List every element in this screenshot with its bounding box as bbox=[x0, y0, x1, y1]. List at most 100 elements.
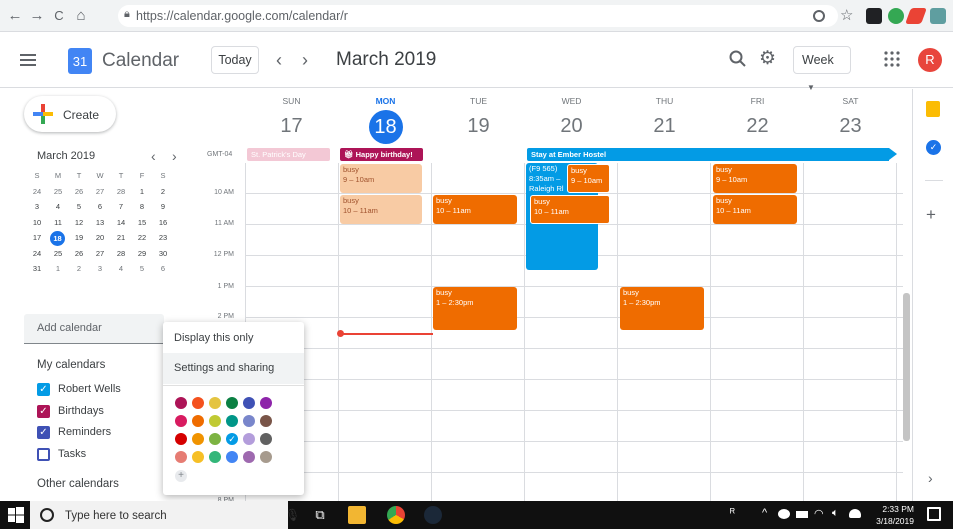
file-explorer-icon[interactable] bbox=[348, 506, 366, 524]
mini-day[interactable]: 28 bbox=[112, 185, 130, 199]
event-block[interactable]: busy 10 – 11am bbox=[713, 195, 797, 224]
mini-day[interactable]: 13 bbox=[91, 216, 109, 230]
settings-gear-icon[interactable]: ⚙ bbox=[759, 47, 776, 70]
steam-icon[interactable] bbox=[424, 506, 442, 524]
mini-day[interactable]: 27 bbox=[91, 247, 109, 261]
mini-day[interactable]: 24 bbox=[28, 247, 46, 261]
reload-button[interactable]: C bbox=[50, 6, 68, 26]
mini-day[interactable]: 28 bbox=[112, 247, 130, 261]
back-button[interactable]: ← bbox=[6, 6, 24, 26]
event-block[interactable]: busy 1 – 2:30pm bbox=[433, 287, 517, 330]
volume-icon[interactable]: 🔈︎ bbox=[832, 507, 839, 520]
event-block[interactable]: busy 9 – 10am bbox=[713, 164, 797, 193]
color-swatch[interactable] bbox=[243, 415, 255, 427]
color-swatch[interactable] bbox=[209, 433, 221, 445]
previous-week-button[interactable]: ‹ bbox=[276, 50, 282, 71]
calendar-checkbox[interactable]: ✓ bbox=[37, 426, 50, 439]
calendar-checkbox[interactable]: ✓ bbox=[37, 404, 50, 418]
other-calendars-heading[interactable]: Other calendars bbox=[37, 478, 119, 490]
extension-icon[interactable] bbox=[888, 8, 904, 24]
cloud-icon[interactable] bbox=[778, 509, 790, 519]
mini-day[interactable]: 27 bbox=[91, 185, 109, 199]
color-swatch[interactable] bbox=[226, 415, 238, 427]
color-swatch[interactable] bbox=[260, 451, 272, 463]
mini-prev-button[interactable]: ‹ bbox=[151, 148, 156, 164]
add-addon-icon[interactable]: + bbox=[926, 205, 936, 225]
mini-day[interactable]: 25 bbox=[49, 185, 67, 199]
notifications-icon[interactable] bbox=[927, 507, 941, 521]
view-switcher-button[interactable]: Week ▼ bbox=[793, 46, 851, 92]
mini-day[interactable]: 2 bbox=[154, 185, 172, 199]
mini-day[interactable]: 3 bbox=[91, 262, 109, 276]
color-swatch[interactable] bbox=[243, 433, 255, 445]
day-number[interactable]: 20 bbox=[525, 115, 618, 138]
mini-day[interactable]: 11 bbox=[49, 216, 67, 230]
keep-icon[interactable] bbox=[926, 101, 940, 117]
day-number-today[interactable]: 18 bbox=[339, 110, 432, 144]
mini-day-today[interactable]: 18 bbox=[50, 231, 65, 246]
mini-day[interactable]: 9 bbox=[154, 200, 172, 214]
day-number[interactable]: 22 bbox=[711, 115, 804, 138]
star-icon[interactable]: ☆ bbox=[840, 6, 853, 24]
grid-scrollbar[interactable] bbox=[903, 293, 910, 441]
event-block[interactable]: busy 10 – 11am bbox=[433, 195, 517, 224]
mini-day[interactable]: 6 bbox=[154, 262, 172, 276]
tray-chevron-icon[interactable]: ^ bbox=[762, 507, 767, 519]
color-swatch[interactable] bbox=[226, 397, 238, 409]
hostel-stay-event[interactable]: Stay at Ember Hostel bbox=[527, 148, 889, 161]
event-block[interactable]: busy 9 – 10am bbox=[567, 164, 610, 193]
color-swatch[interactable] bbox=[192, 397, 204, 409]
color-swatch[interactable] bbox=[209, 415, 221, 427]
all-day-event[interactable]: St. Patrick's Day bbox=[247, 148, 330, 161]
battery-icon[interactable] bbox=[796, 511, 808, 518]
wifi-icon[interactable]: ◠ bbox=[814, 507, 824, 520]
search-icon[interactable] bbox=[727, 48, 749, 70]
mini-day[interactable]: 21 bbox=[112, 231, 130, 245]
add-custom-color-button[interactable]: + bbox=[175, 470, 187, 482]
mini-day[interactable]: 2 bbox=[70, 262, 88, 276]
mini-day[interactable]: 20 bbox=[91, 231, 109, 245]
day-number[interactable]: 21 bbox=[618, 115, 711, 138]
mini-day[interactable]: 6 bbox=[91, 200, 109, 214]
mini-day[interactable]: 17 bbox=[28, 231, 46, 245]
event-block[interactable]: busy 10 – 11am bbox=[530, 195, 610, 224]
color-swatch[interactable] bbox=[175, 433, 187, 445]
mini-day[interactable]: 19 bbox=[70, 231, 88, 245]
main-menu-icon[interactable] bbox=[20, 54, 36, 66]
color-swatch[interactable] bbox=[192, 451, 204, 463]
mini-day[interactable]: 1 bbox=[133, 185, 151, 199]
color-swatch[interactable] bbox=[209, 451, 221, 463]
mini-day[interactable]: 1 bbox=[49, 262, 67, 276]
mini-day[interactable]: 5 bbox=[133, 262, 151, 276]
mini-day[interactable]: 26 bbox=[70, 247, 88, 261]
mini-next-button[interactable]: › bbox=[172, 148, 177, 164]
mini-day[interactable]: 31 bbox=[28, 262, 46, 276]
mini-day[interactable]: 22 bbox=[133, 231, 151, 245]
account-avatar[interactable]: R bbox=[918, 48, 942, 72]
mini-day[interactable]: 4 bbox=[112, 262, 130, 276]
day-number[interactable]: 23 bbox=[804, 115, 897, 138]
calendar-checkbox[interactable] bbox=[37, 447, 50, 461]
view-icon[interactable] bbox=[813, 10, 825, 22]
mini-day[interactable]: 4 bbox=[49, 200, 67, 214]
next-week-button[interactable]: › bbox=[302, 50, 308, 71]
mini-day[interactable]: 7 bbox=[112, 200, 130, 214]
people-icon[interactable]: ᴿ bbox=[730, 507, 735, 519]
mini-day[interactable]: 12 bbox=[70, 216, 88, 230]
mini-day[interactable]: 8 bbox=[133, 200, 151, 214]
color-swatch[interactable] bbox=[260, 433, 272, 445]
color-swatch[interactable] bbox=[260, 415, 272, 427]
mini-day[interactable]: 25 bbox=[49, 247, 67, 261]
day-number[interactable]: 17 bbox=[245, 115, 338, 138]
color-swatch[interactable] bbox=[226, 451, 238, 463]
color-swatch[interactable] bbox=[260, 397, 272, 409]
color-swatch[interactable] bbox=[175, 415, 187, 427]
onedrive-icon[interactable] bbox=[849, 509, 861, 518]
mini-day[interactable]: 24 bbox=[28, 185, 46, 199]
apps-grid-icon[interactable] bbox=[884, 51, 900, 67]
mini-day[interactable]: 5 bbox=[70, 200, 88, 214]
extension-icon[interactable] bbox=[930, 8, 946, 24]
home-button[interactable]: ⌂ bbox=[72, 6, 90, 26]
calendar-checkbox[interactable]: ✓ bbox=[37, 383, 50, 396]
mini-day[interactable]: 29 bbox=[133, 247, 151, 261]
